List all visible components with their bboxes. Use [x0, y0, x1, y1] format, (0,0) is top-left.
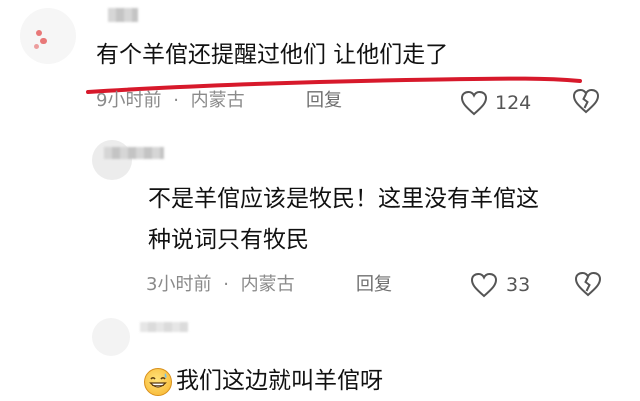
comment-text: 我们这边就叫羊倌呀 — [176, 368, 383, 394]
grinning-emoji-icon — [144, 368, 172, 396]
comment-time: 3小时前 — [146, 274, 212, 295]
heart-icon[interactable] — [460, 90, 488, 116]
reply-button[interactable]: 回复 — [306, 92, 342, 110]
heart-icon[interactable] — [470, 272, 498, 298]
comment-meta: 3小时前 · 内蒙古 — [146, 276, 295, 294]
like-count: 124 — [495, 92, 532, 114]
like-count: 33 — [506, 274, 531, 296]
comment-text-line: 不是羊倌应该是牧民！这里没有羊倌这 — [148, 186, 539, 212]
dislike-icon[interactable] — [574, 270, 602, 298]
separator-dot: · — [173, 90, 179, 111]
username-blurred[interactable] — [108, 8, 138, 22]
separator-dot: · — [223, 274, 229, 295]
username-blurred[interactable] — [104, 147, 164, 159]
comment-time: 9小时前 — [96, 90, 162, 111]
avatar[interactable] — [92, 318, 130, 356]
avatar-pixel — [40, 38, 47, 44]
avatar-pixel — [34, 44, 39, 49]
comment-text: 有个羊倌还提醒过他们 让他们走了 — [96, 42, 449, 68]
avatar-pixel — [36, 30, 42, 36]
dislike-icon[interactable] — [572, 87, 600, 115]
avatar[interactable] — [92, 140, 132, 180]
comment-text-line: 种说词只有牧民 — [148, 227, 309, 253]
username-blurred[interactable] — [140, 322, 188, 332]
avatar[interactable] — [20, 8, 76, 64]
comment-meta: 9小时前 · 内蒙古 — [96, 92, 245, 110]
comment-location: 内蒙古 — [240, 274, 295, 295]
reply-button[interactable]: 回复 — [356, 276, 392, 294]
comment-location: 内蒙古 — [190, 90, 245, 111]
